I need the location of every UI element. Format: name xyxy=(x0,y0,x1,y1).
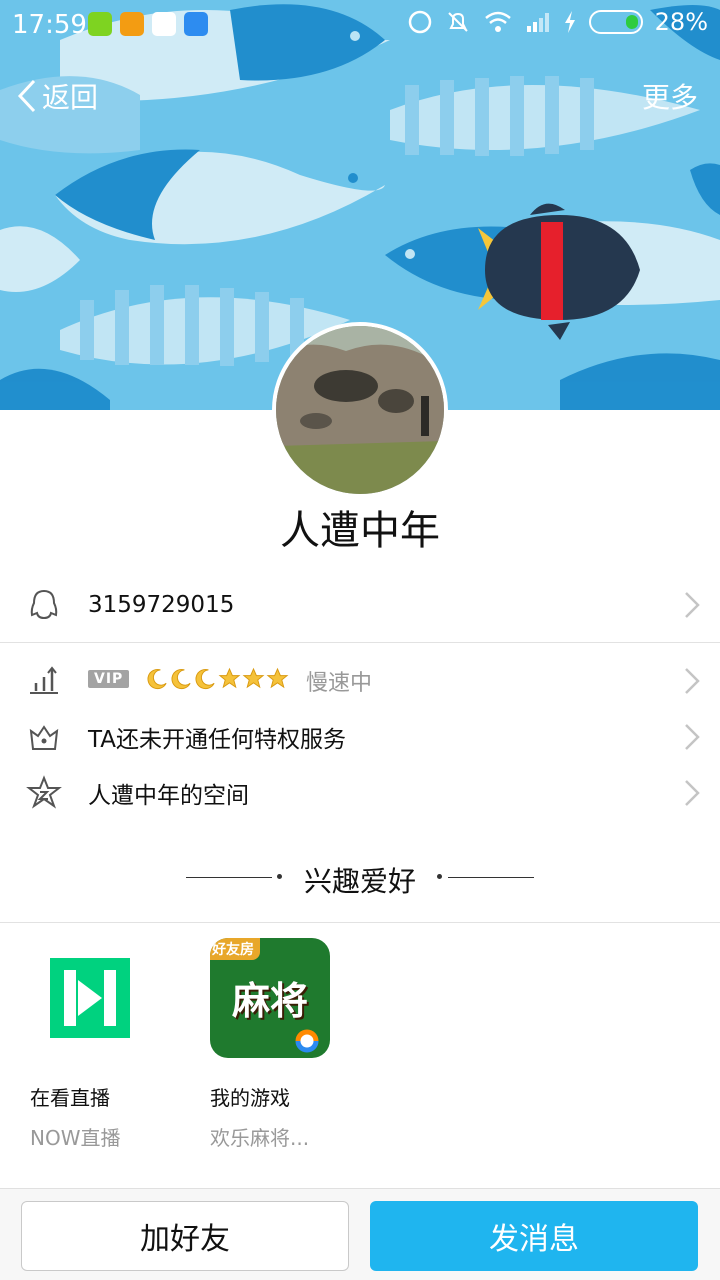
crown-icon xyxy=(29,725,59,750)
privilege-row[interactable]: TA还未开通任何特权服务 xyxy=(0,709,720,765)
speed-status: 慢速中 xyxy=(306,671,373,696)
qq-number: 3159729015 xyxy=(88,592,235,618)
star-level-icon xyxy=(266,667,289,689)
avatar-photo xyxy=(276,326,444,494)
interest-title: 我的游戏 xyxy=(210,1086,290,1110)
privilege-text: TA还未开通任何特权服务 xyxy=(88,727,346,753)
interest-subtitle: NOW直播 xyxy=(30,1126,121,1150)
back-button[interactable]: 返回 xyxy=(16,76,98,116)
game-icon-text: 麻将 xyxy=(231,979,308,1023)
notification-app-icon xyxy=(88,12,112,36)
chevron-right-icon xyxy=(685,724,700,750)
interests-title: 兴趣爱好 xyxy=(303,865,416,898)
chevron-right-icon xyxy=(685,668,700,694)
moon-level-icon xyxy=(171,668,191,690)
wifi-icon xyxy=(484,11,511,32)
status-right: 28% xyxy=(407,8,708,36)
mute-bell-icon xyxy=(447,12,468,32)
game-icon-banner: 好友房 xyxy=(210,938,260,960)
level-row[interactable]: VIP 慢速中 xyxy=(0,653,720,709)
qzone-row[interactable]: 人遭中年的空间 xyxy=(0,765,720,821)
add-friend-button[interactable]: 加好友 xyxy=(21,1201,349,1271)
bottom-action-bar: 加好友 发消息 xyxy=(0,1188,720,1280)
status-app-icons xyxy=(88,12,208,36)
chevron-right-icon xyxy=(685,592,700,618)
signal-icon xyxy=(526,13,549,32)
qzone-text: 人遭中年的空间 xyxy=(88,783,249,809)
back-label: 返回 xyxy=(42,81,99,114)
notification-app-icon xyxy=(184,12,208,36)
tencent-games-logo xyxy=(295,1029,319,1053)
star-level-icon xyxy=(218,667,241,689)
sync-icon xyxy=(408,10,431,34)
divider xyxy=(0,922,720,923)
battery-icon xyxy=(588,10,643,34)
qq-penguin-icon xyxy=(30,589,58,620)
nickname: 人遭中年 xyxy=(280,508,440,554)
notification-app-icon xyxy=(152,12,176,36)
interests-section-title: 兴趣爱好 xyxy=(0,858,720,898)
moon-level-icon xyxy=(195,668,215,690)
divider xyxy=(0,642,720,643)
status-bar: 17:59 28% xyxy=(0,0,720,52)
level-chart-icon xyxy=(30,666,58,694)
moon-level-icon xyxy=(147,668,167,690)
vip-badge: VIP xyxy=(88,670,130,688)
more-button[interactable]: 更多 xyxy=(642,76,698,116)
qq-number-row[interactable]: 3159729015 xyxy=(0,577,720,633)
qzone-star-icon xyxy=(26,775,62,809)
charging-icon xyxy=(564,11,575,33)
avatar[interactable] xyxy=(272,322,448,498)
level-icons xyxy=(146,667,289,690)
star-level-icon xyxy=(242,667,265,689)
send-message-button[interactable]: 发消息 xyxy=(370,1201,698,1271)
title-dot-right xyxy=(437,874,442,879)
now-live-icon xyxy=(50,958,130,1038)
interest-subtitle: 欢乐麻将... xyxy=(210,1126,310,1150)
battery-percent: 28% xyxy=(654,8,708,36)
mahjong-game-icon: 好友房 麻将 xyxy=(210,938,330,1058)
title-line-right xyxy=(448,877,534,878)
notification-app-icon xyxy=(120,12,144,36)
chevron-right-icon xyxy=(685,780,700,806)
chevron-left-icon xyxy=(17,79,36,113)
interest-title: 在看直播 xyxy=(30,1086,110,1110)
status-time: 17:59 xyxy=(12,10,87,40)
